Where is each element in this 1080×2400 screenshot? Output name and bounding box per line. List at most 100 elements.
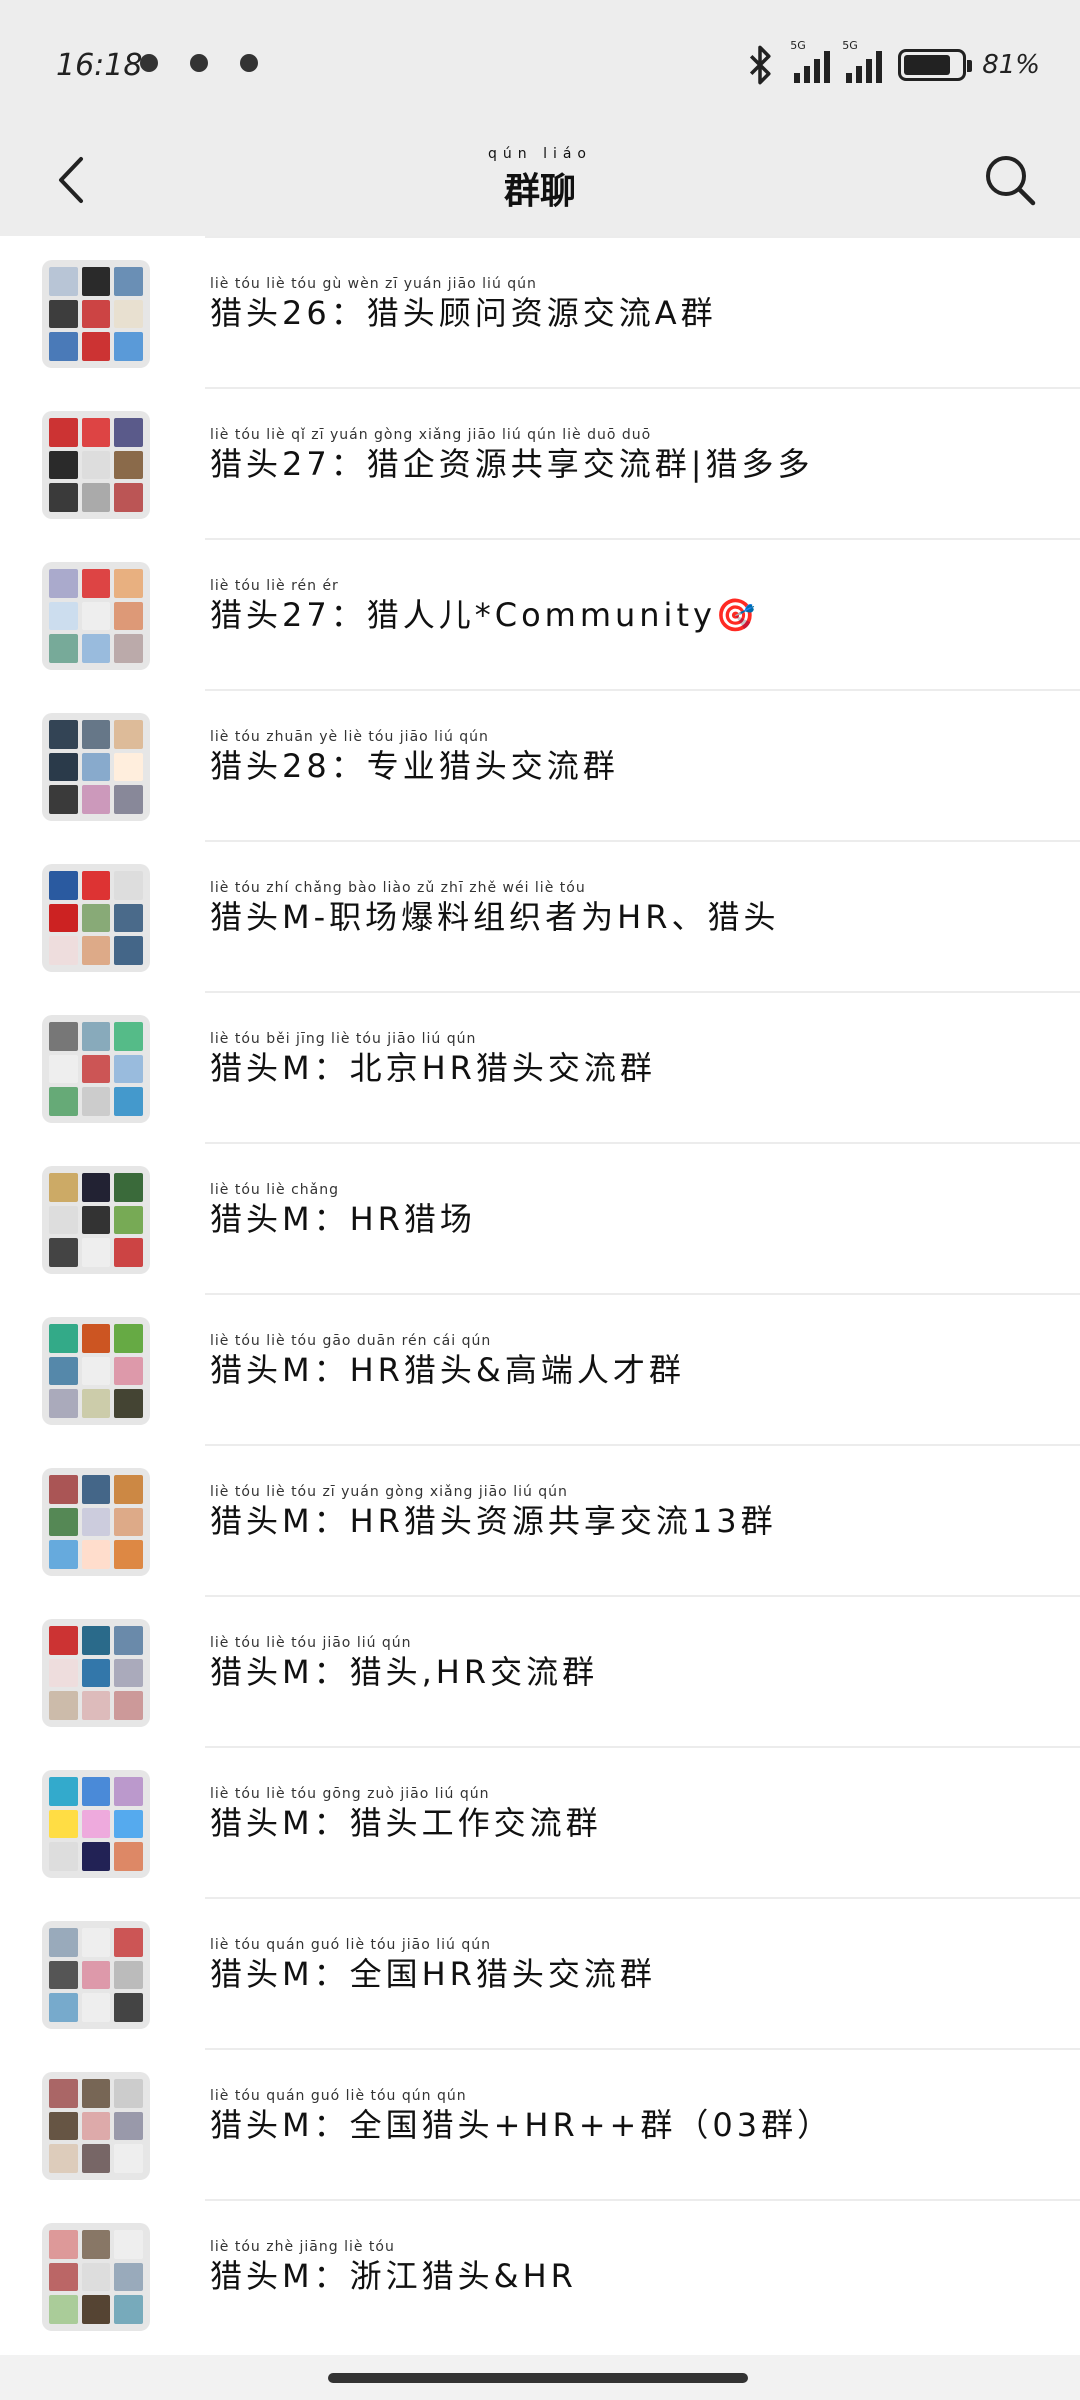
avatar-tile xyxy=(114,1507,143,1537)
avatar-tile xyxy=(81,785,111,814)
avatar-tile xyxy=(81,332,111,361)
avatar-tile xyxy=(49,903,78,933)
avatar-tile xyxy=(81,1238,111,1267)
list-item[interactable]: liè tóu liè tóu jiāo liú qún 猎头M：猎头,HR交流群 xyxy=(0,1595,1080,1746)
group-avatar[interactable] xyxy=(42,864,150,972)
row-divider xyxy=(205,689,1080,691)
group-name: 猎头26：猎头顾问资源交流A群 xyxy=(210,294,717,332)
avatar-tile xyxy=(49,2079,78,2108)
group-name: 猎头27：猎人儿*Community🎯 xyxy=(210,596,760,634)
avatar-tile xyxy=(81,1809,111,1839)
avatar-tile xyxy=(49,450,78,480)
list-item[interactable]: liè tóu běi jīng liè tóu jiāo liú qún 猎头M… xyxy=(0,991,1080,1142)
avatar-tile xyxy=(49,1238,78,1267)
group-avatar[interactable] xyxy=(42,562,150,670)
avatar-tile xyxy=(114,2295,143,2324)
search-button[interactable] xyxy=(970,140,1050,220)
avatar-tile xyxy=(49,720,78,749)
group-name: 猎头M：HR猎头资源共享交流13群 xyxy=(210,1502,777,1540)
avatar-tile xyxy=(114,1173,143,1202)
avatar-tile xyxy=(49,1022,78,1051)
list-item[interactable]: liè tóu quán guó liè tóu jiāo liú qún 猎头M… xyxy=(0,1897,1080,2048)
group-avatar[interactable] xyxy=(42,1317,150,1425)
group-avatar[interactable] xyxy=(42,713,150,821)
avatar-tile xyxy=(114,1691,143,1720)
avatar-tile xyxy=(49,936,78,965)
row-divider xyxy=(205,840,1080,842)
avatar-tile xyxy=(81,299,111,329)
avatar-tile xyxy=(81,1205,111,1235)
avatar-tile xyxy=(49,1507,78,1537)
avatar-tile xyxy=(81,1173,111,1202)
group-avatar[interactable] xyxy=(42,1015,150,1123)
group-avatar[interactable] xyxy=(42,1921,150,2029)
avatar-tile xyxy=(49,267,78,296)
avatar-tile xyxy=(49,1960,78,1990)
group-name: 猎头27：猎企资源共享交流群|猎多多 xyxy=(210,445,814,483)
list-item[interactable]: liè tóu zhè jiāng liè tóu 猎头M：浙江猎头&HR xyxy=(0,2199,1080,2350)
avatar-tile xyxy=(114,871,143,900)
avatar-tile xyxy=(49,483,78,512)
avatar-tile xyxy=(81,1324,111,1353)
avatar-tile xyxy=(81,1054,111,1084)
list-item[interactable]: liè tóu zhí chǎng bào liào zǔ zhī zhě wé… xyxy=(0,840,1080,991)
avatar-tile xyxy=(49,418,78,447)
page-title-pinyin: qún liáo xyxy=(487,146,592,162)
avatar-tile xyxy=(81,1022,111,1051)
group-avatar[interactable] xyxy=(42,1770,150,1878)
list-item[interactable]: liè tóu liè tóu gù wèn zī yuán jiāo liú … xyxy=(0,236,1080,387)
avatar-tile xyxy=(49,332,78,361)
row-divider xyxy=(205,1746,1080,1748)
avatar-tile xyxy=(114,1022,143,1051)
avatar-tile xyxy=(114,2262,143,2292)
avatar-tile xyxy=(114,1054,143,1084)
avatar-tile xyxy=(114,1475,143,1504)
list-item[interactable]: liè tóu zhuān yè liè tóu jiāo liú qún 猎头2… xyxy=(0,689,1080,840)
list-item[interactable]: liè tóu liè tóu zī yuán gòng xiǎng jiāo … xyxy=(0,1444,1080,1595)
avatar-tile xyxy=(81,2262,111,2292)
list-item[interactable]: liè tóu liè tóu gōng zuò jiāo liú qún 猎头M… xyxy=(0,1746,1080,1897)
group-avatar[interactable] xyxy=(42,411,150,519)
group-avatar[interactable] xyxy=(42,260,150,368)
avatar-tile xyxy=(81,1540,111,1569)
avatar-tile xyxy=(114,1087,143,1116)
nav-header: qún liáo 群聊 xyxy=(0,130,1080,236)
row-divider xyxy=(205,1595,1080,1597)
avatar-tile xyxy=(114,634,143,663)
avatar-tile xyxy=(49,1475,78,1504)
group-name: 猎头M：猎头工作交流群 xyxy=(210,1804,602,1842)
avatar-tile xyxy=(49,2295,78,2324)
group-avatar[interactable] xyxy=(42,1619,150,1727)
avatar-tile xyxy=(114,2230,143,2259)
group-avatar[interactable] xyxy=(42,2072,150,2180)
list-item[interactable]: liè tóu liè chǎng 猎头M：HR猎场 xyxy=(0,1142,1080,1293)
list-item[interactable]: liè tóu liè qǐ zī yuán gòng xiǎng jiāo l… xyxy=(0,387,1080,538)
avatar-tile xyxy=(114,752,143,782)
avatar-tile xyxy=(49,1054,78,1084)
list-item[interactable]: liè tóu liè rén ér 猎头27：猎人儿*Community🎯 xyxy=(0,538,1080,689)
avatar-tile xyxy=(81,1475,111,1504)
avatar-tile xyxy=(81,1842,111,1871)
group-avatar[interactable] xyxy=(42,2223,150,2331)
avatar-tile xyxy=(114,483,143,512)
group-avatar[interactable] xyxy=(42,1468,150,1576)
row-divider xyxy=(205,991,1080,993)
avatar-tile xyxy=(114,1626,143,1655)
home-indicator[interactable] xyxy=(328,2373,748,2383)
avatar-tile xyxy=(81,601,111,631)
signal-icon: 5G xyxy=(790,39,831,83)
list-item[interactable]: liè tóu quán guó liè tóu qún qún 猎头M：全国猎头… xyxy=(0,2048,1080,2199)
group-avatar[interactable] xyxy=(42,1166,150,1274)
group-name: 猎头M：北京HR猎头交流群 xyxy=(210,1049,656,1087)
list-item[interactable]: liè tóu liè tóu gāo duān rén cái qún 猎头M：… xyxy=(0,1293,1080,1444)
avatar-tile xyxy=(81,720,111,749)
row-divider xyxy=(205,236,1080,238)
avatar-tile xyxy=(114,2144,143,2173)
group-name: 猎头M：猎头,HR交流群 xyxy=(210,1653,599,1691)
avatar-tile xyxy=(81,1389,111,1418)
avatar-tile xyxy=(49,1540,78,1569)
avatar-tile xyxy=(49,1993,78,2022)
avatar-tile xyxy=(81,1691,111,1720)
avatar-tile xyxy=(114,2079,143,2108)
avatar-tile xyxy=(81,1626,111,1655)
